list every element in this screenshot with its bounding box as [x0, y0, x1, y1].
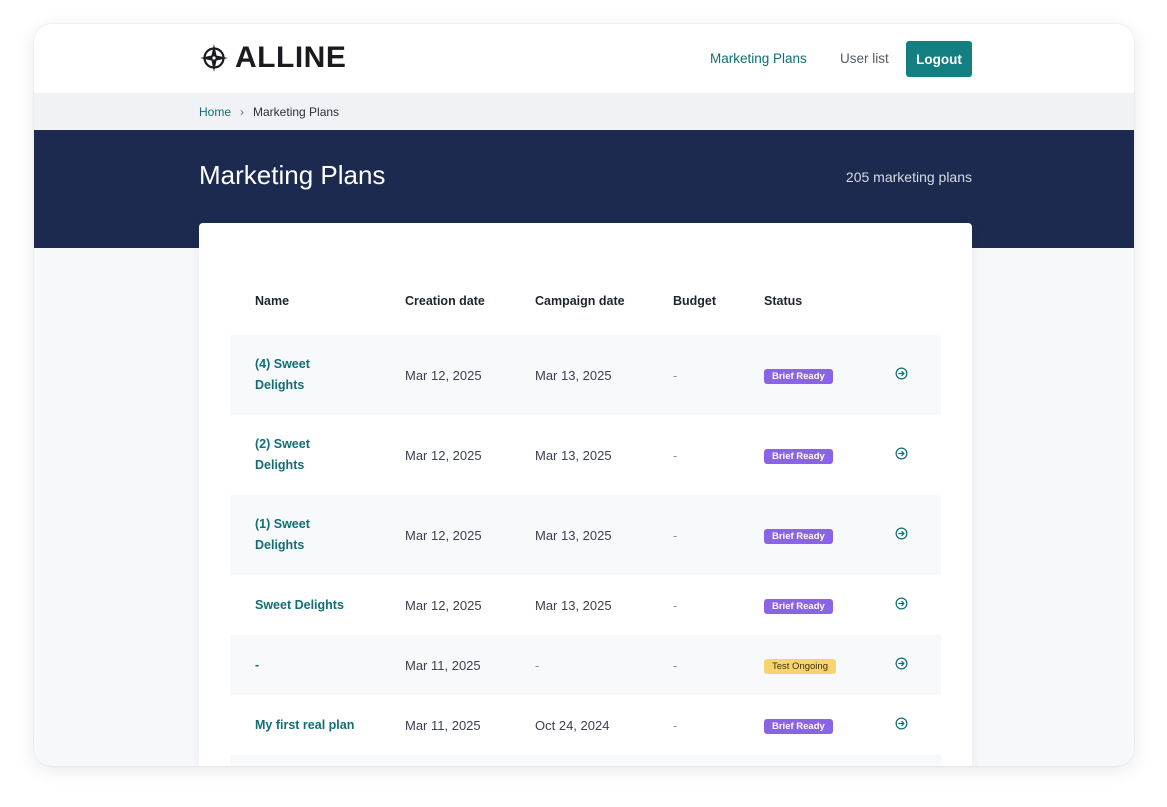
arrow-circle-right-icon[interactable]: [894, 597, 908, 611]
status-badge: Brief Ready: [764, 448, 833, 464]
table-row[interactable]: Sweet Delights Mar 12, 2025 Mar 13, 2025…: [230, 575, 941, 635]
campaign-date-cell: Oct 24, 2024: [535, 717, 610, 733]
status-badge: Test Ongoing: [764, 658, 836, 674]
table-row[interactable]: (1) Sweet Delights Mar 12, 2025 Mar 13, …: [230, 495, 941, 575]
status-badge: Brief Ready: [764, 368, 833, 384]
brand-logo[interactable]: ALLINE: [199, 41, 346, 75]
arrow-circle-right-icon[interactable]: [894, 527, 908, 541]
budget-cell: -: [673, 447, 678, 463]
column-header-status[interactable]: Status: [764, 267, 894, 335]
creation-date-cell: Mar 11, 2025: [405, 717, 481, 733]
plan-name-link[interactable]: Sweet Delights: [255, 595, 375, 616]
plan-name-link[interactable]: My first real plan: [255, 715, 375, 736]
page-title: Marketing Plans: [199, 160, 386, 190]
compass-star-icon: [200, 44, 228, 72]
campaign-date-cell: -: [535, 657, 540, 673]
nav-marketing-plans[interactable]: Marketing Plans: [710, 51, 807, 67]
budget-cell: -: [673, 527, 678, 543]
status-badge: Brief Ready: [764, 598, 833, 614]
budget-cell: -: [673, 367, 678, 383]
arrow-circle-right-icon[interactable]: [894, 657, 908, 671]
creation-date-cell: Mar 12, 2025: [405, 367, 482, 383]
plan-count: 205 marketing plans: [845, 169, 972, 185]
breadcrumb-bar: Home › Marketing Plans: [34, 93, 1134, 130]
plan-name-link[interactable]: (2) Sweet Delights: [255, 434, 335, 476]
budget-cell: -: [673, 597, 678, 613]
column-header-budget[interactable]: Budget: [673, 267, 764, 335]
breadcrumb-separator-icon: ›: [240, 105, 245, 119]
logo-text: ALLINE: [235, 41, 347, 74]
creation-date-cell: Mar 12, 2025: [405, 527, 482, 543]
budget-cell: -: [673, 657, 678, 673]
status-badge: Brief Ready: [764, 528, 833, 544]
plan-name-link[interactable]: (1) Sweet Delights: [255, 514, 335, 556]
app-window: ALLINE Marketing Plans User list Logout …: [34, 24, 1134, 766]
table-row[interactable]: (4) Sweet Delights Mar 12, 2025 Mar 13, …: [230, 335, 941, 415]
arrow-circle-right-icon[interactable]: [894, 717, 908, 731]
table-header-row: Name Creation date Campaign date Budget …: [230, 267, 941, 335]
nav-user-list[interactable]: User list: [840, 51, 889, 67]
table-row[interactable]: (2) Sweet Delights Mar 12, 2025 Mar 13, …: [230, 415, 941, 495]
logout-button[interactable]: Logout: [906, 41, 972, 77]
status-badge: Brief Ready: [764, 718, 833, 734]
arrow-circle-right-icon[interactable]: [894, 447, 908, 461]
creation-date-cell: Mar 12, 2025: [405, 447, 482, 463]
column-header-name[interactable]: Name: [230, 267, 405, 335]
arrow-circle-right-icon[interactable]: [894, 367, 908, 381]
top-navigation-bar: ALLINE Marketing Plans User list Logout: [34, 24, 1134, 93]
plan-name-link[interactable]: -: [255, 655, 335, 676]
budget-cell: -: [673, 717, 678, 733]
column-header-campaign-date[interactable]: Campaign date: [535, 267, 673, 335]
creation-date-cell: Mar 12, 2025: [405, 597, 482, 613]
breadcrumb-home-link[interactable]: Home: [199, 105, 231, 119]
column-header-actions: [894, 267, 941, 335]
breadcrumb: Home › Marketing Plans: [199, 105, 339, 119]
creation-date-cell: Mar 11, 2025: [405, 657, 481, 673]
campaign-date-cell: Mar 13, 2025: [535, 447, 612, 463]
campaign-date-cell: Mar 13, 2025: [535, 597, 612, 613]
campaign-date-cell: Mar 13, 2025: [535, 367, 612, 383]
plans-table-card: Name Creation date Campaign date Budget …: [199, 223, 972, 766]
table-row[interactable]: - Mar 11, 2025 - - Test Ongoing: [230, 635, 941, 695]
breadcrumb-current: Marketing Plans: [253, 105, 340, 119]
column-header-creation-date[interactable]: Creation date: [405, 267, 535, 335]
plan-name-link[interactable]: (4) Sweet Delights: [255, 354, 335, 396]
table-row[interactable]: My first real plan Mar 11, 2025 Oct 24, …: [230, 695, 941, 755]
campaign-date-cell: Mar 13, 2025: [535, 527, 612, 543]
table-row-partial: [230, 755, 941, 766]
marketing-plans-table: Name Creation date Campaign date Budget …: [230, 267, 941, 766]
